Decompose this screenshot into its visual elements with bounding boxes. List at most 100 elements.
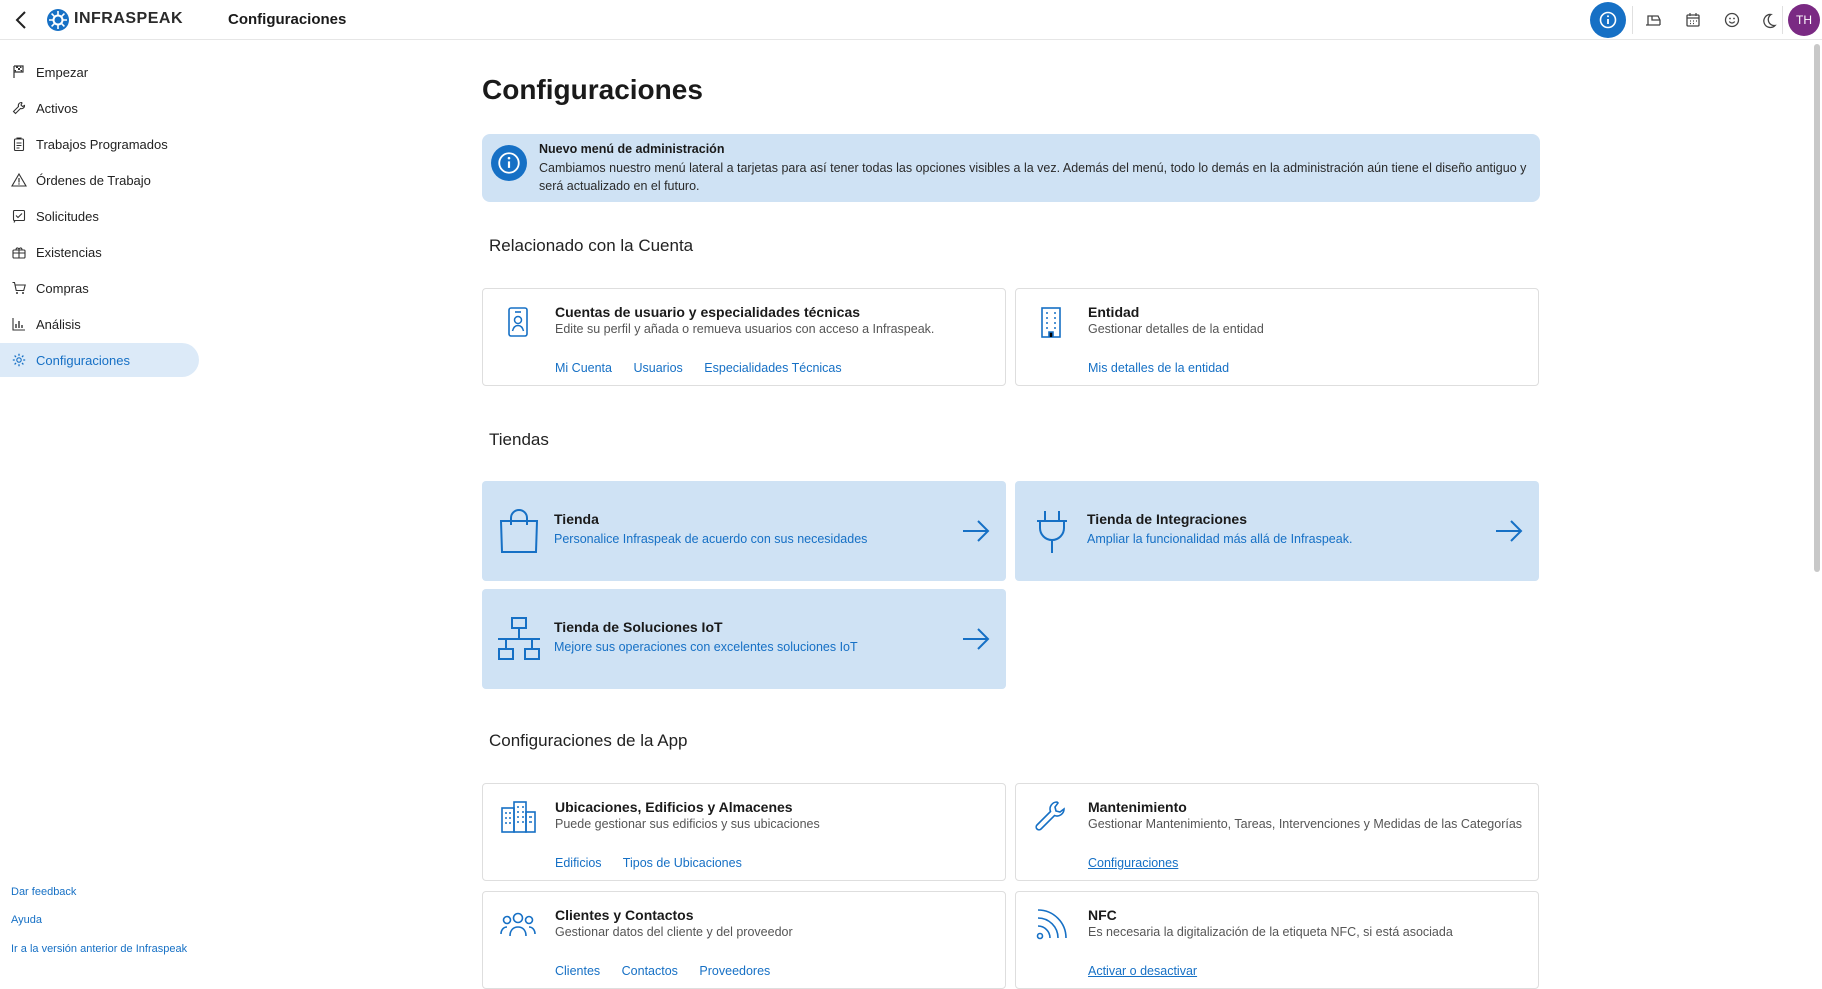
card-entity: Entidad Gestionar detalles de la entidad… bbox=[1015, 288, 1539, 386]
card-clients: Clientes y Contactos Gestionar datos del… bbox=[482, 891, 1006, 989]
link-mi-cuenta[interactable]: Mi Cuenta bbox=[555, 361, 612, 375]
avatar[interactable]: TH bbox=[1788, 4, 1820, 36]
link-clientes[interactable]: Clientes bbox=[555, 964, 600, 978]
card-description: Ampliar la funcionalidad más allá de Inf… bbox=[1087, 532, 1353, 546]
sidebar-item-label: Activos bbox=[36, 100, 78, 116]
buildings-icon bbox=[499, 798, 537, 836]
card-integrations-store[interactable]: Tienda de Integraciones Ampliar la funci… bbox=[1015, 481, 1539, 581]
sidebar-item-label: Trabajos Programados bbox=[36, 136, 168, 152]
card-user-accounts: Cuentas de usuario y especialidades técn… bbox=[482, 288, 1006, 386]
info-icon[interactable] bbox=[1590, 2, 1626, 38]
old-version-link[interactable]: Ir a la versión anterior de Infraspeak bbox=[11, 943, 187, 955]
sidebar-item-empezar[interactable]: Empezar bbox=[0, 55, 199, 89]
wrench-icon bbox=[11, 100, 27, 116]
section-heading-stores: Tiendas bbox=[489, 430, 549, 449]
page-scrollbar[interactable] bbox=[1814, 44, 1820, 572]
divider bbox=[1782, 6, 1783, 34]
gear-icon bbox=[11, 352, 27, 368]
card-description: Puede gestionar sus edificios y sus ubic… bbox=[555, 817, 820, 831]
sidebar-item-analisis[interactable]: Análisis bbox=[0, 307, 199, 341]
arrow-right-icon[interactable] bbox=[1493, 515, 1525, 547]
feedback-link[interactable]: Dar feedback bbox=[11, 886, 76, 898]
link-tipos-de-ubicaciones[interactable]: Tipos de Ubicaciones bbox=[623, 856, 742, 870]
card-locations: Ubicaciones, Edificios y Almacenes Puede… bbox=[482, 783, 1006, 881]
users-group-icon bbox=[499, 906, 537, 944]
card-store[interactable]: Tienda Personalice Infraspeak de acuerdo… bbox=[482, 481, 1006, 581]
page-header-title: Configuraciones bbox=[228, 11, 347, 28]
nfc-signal-icon bbox=[1032, 906, 1070, 944]
card-title: Ubicaciones, Edificios y Almacenes bbox=[555, 799, 793, 815]
link-contactos[interactable]: Contactos bbox=[622, 964, 678, 978]
sidebar-item-label: Existencias bbox=[36, 244, 102, 260]
link-activar-desactivar[interactable]: Activar o desactivar bbox=[1088, 964, 1197, 978]
card-title: Tienda de Soluciones IoT bbox=[554, 619, 723, 635]
card-title: Mantenimiento bbox=[1088, 799, 1187, 815]
sidebar-item-ordenes-de-trabajo[interactable]: Órdenes de Trabajo bbox=[0, 163, 199, 197]
sidebar-item-compras[interactable]: Compras bbox=[0, 271, 199, 305]
card-iot-store[interactable]: Tienda de Soluciones IoT Mejore sus oper… bbox=[482, 589, 1006, 689]
banner-text: Cambiamos nuestro menú lateral a tarjeta… bbox=[539, 161, 1527, 193]
infraspeak-logo-icon bbox=[46, 8, 70, 32]
user-badge-icon bbox=[499, 303, 537, 341]
brand-name: INFRASPEAK bbox=[74, 10, 184, 27]
link-proveedores[interactable]: Proveedores bbox=[699, 964, 770, 978]
shopping-bag-icon bbox=[496, 507, 542, 555]
smiley-icon[interactable] bbox=[1718, 6, 1746, 34]
card-title: Clientes y Contactos bbox=[555, 907, 694, 923]
card-nfc: NFC Es necesaria la digitalización de la… bbox=[1015, 891, 1539, 989]
help-link[interactable]: Ayuda bbox=[11, 914, 42, 926]
section-heading-account: Relacionado con la Cuenta bbox=[489, 236, 694, 255]
back-arrow-icon[interactable] bbox=[10, 8, 34, 32]
calendar-icon[interactable] bbox=[1679, 6, 1707, 34]
sidebar-item-solicitudes[interactable]: Solicitudes bbox=[0, 199, 199, 233]
divider bbox=[1632, 6, 1633, 34]
sidebar-item-label: Compras bbox=[36, 280, 89, 296]
card-maintenance: Mantenimiento Gestionar Mantenimiento, T… bbox=[1015, 783, 1539, 881]
card-description: Personalice Infraspeak de acuerdo con su… bbox=[554, 532, 868, 546]
banner-title: Nuevo menú de administración bbox=[539, 142, 725, 156]
section-heading-app: Configuraciones de la App bbox=[489, 731, 688, 750]
sidebar-item-label: Solicitudes bbox=[36, 208, 99, 224]
arrow-right-icon[interactable] bbox=[960, 623, 992, 655]
card-description: Gestionar Mantenimiento, Tareas, Interve… bbox=[1088, 817, 1523, 831]
sidebar: Empezar Activos Trabajos Programados Órd… bbox=[0, 40, 210, 972]
wrench-icon bbox=[1032, 798, 1070, 836]
card-description: Gestionar detalles de la entidad bbox=[1088, 322, 1264, 336]
arrow-right-icon[interactable] bbox=[960, 515, 992, 547]
sidebar-item-activos[interactable]: Activos bbox=[0, 91, 199, 125]
page-title: Configuraciones bbox=[482, 74, 703, 105]
sidebar-item-label: Análisis bbox=[36, 316, 81, 332]
chart-icon bbox=[11, 316, 27, 332]
card-description: Gestionar datos del cliente y del provee… bbox=[555, 925, 793, 939]
top-bar: INFRASPEAK Configuraciones TH bbox=[0, 0, 1822, 40]
link-especialidades-tecnicas[interactable]: Especialidades Técnicas bbox=[704, 361, 841, 375]
sidebar-item-existencias[interactable]: Existencias bbox=[0, 235, 199, 269]
card-title: Tienda bbox=[554, 511, 599, 527]
building-icon bbox=[1032, 303, 1070, 341]
request-icon bbox=[11, 208, 27, 224]
clipboard-icon bbox=[11, 136, 27, 152]
link-configuraciones[interactable]: Configuraciones bbox=[1088, 856, 1178, 870]
sidebar-item-label: Configuraciones bbox=[36, 352, 130, 368]
info-icon bbox=[491, 145, 527, 181]
network-icon bbox=[496, 615, 542, 663]
link-usuarios[interactable]: Usuarios bbox=[633, 361, 682, 375]
sidebar-item-label: Empezar bbox=[36, 64, 89, 80]
card-description: Es necesaria la digitalización de la eti… bbox=[1088, 925, 1453, 939]
card-title: Entidad bbox=[1088, 304, 1140, 320]
store-icon[interactable] bbox=[1639, 6, 1667, 34]
card-title: Tienda de Integraciones bbox=[1087, 511, 1248, 527]
card-description: Edite su perfil y añada o remueva usuari… bbox=[555, 322, 935, 336]
cart-icon bbox=[11, 280, 27, 296]
card-title: NFC bbox=[1088, 907, 1117, 923]
link-entity-details[interactable]: Mis detalles de la entidad bbox=[1088, 361, 1229, 375]
card-title: Cuentas de usuario y especialidades técn… bbox=[555, 304, 861, 320]
sidebar-item-trabajos-programados[interactable]: Trabajos Programados bbox=[0, 127, 199, 161]
link-edificios[interactable]: Edificios bbox=[555, 856, 602, 870]
flag-checkered-icon bbox=[11, 64, 27, 80]
boxes-icon bbox=[11, 244, 27, 260]
sidebar-item-label: Órdenes de Trabajo bbox=[36, 172, 151, 188]
warning-icon bbox=[11, 172, 27, 188]
sidebar-item-configuraciones[interactable]: Configuraciones bbox=[0, 343, 199, 377]
info-banner: Nuevo menú de administración Cambiamos n… bbox=[482, 134, 1540, 202]
